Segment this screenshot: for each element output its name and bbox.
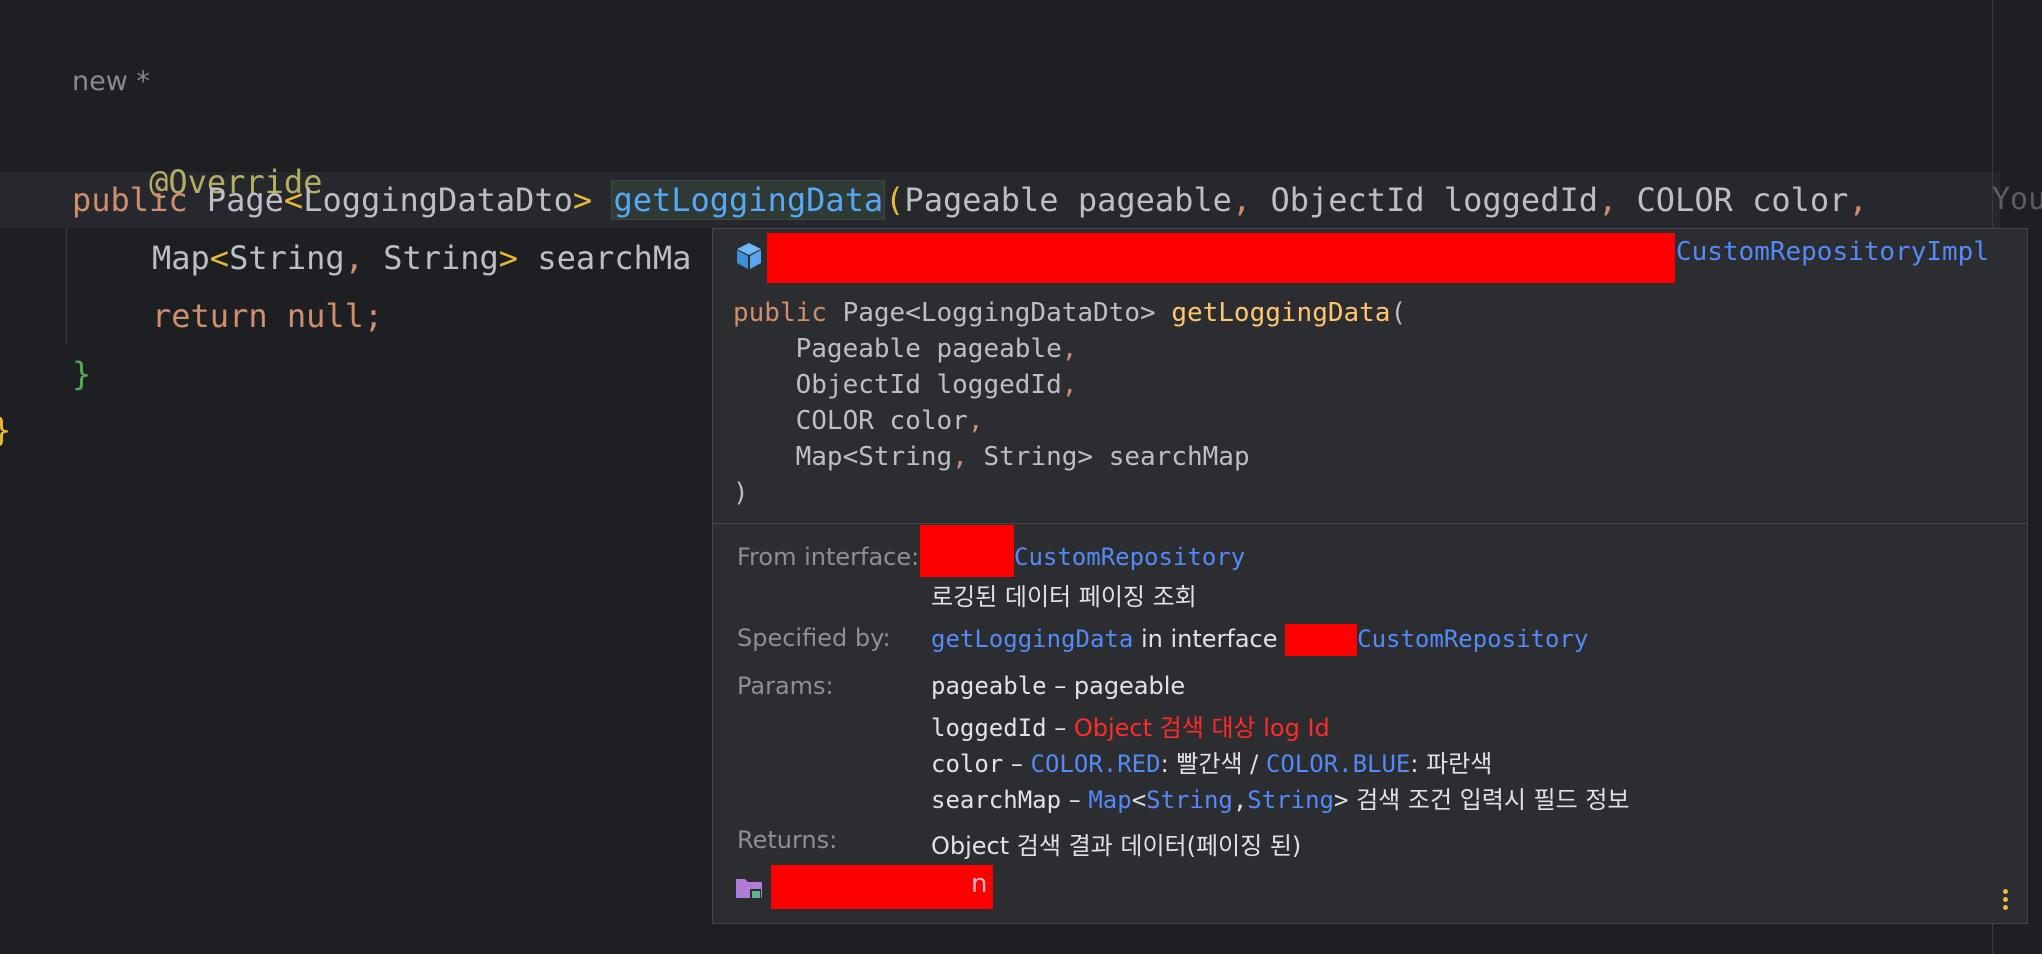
sig-param-3: COLOR color: [795, 406, 968, 436]
code-line-return[interactable]: return null;: [152, 296, 383, 336]
comma: ,: [1848, 181, 1868, 219]
param-row-search-map: searchMap – Map<String,String> 검색 조건 입력시…: [931, 780, 1630, 815]
keyword-public: public: [72, 181, 188, 219]
type-page: Page: [206, 181, 284, 219]
color-red-desc: : 빨간색 /: [1160, 750, 1259, 778]
comma: ,: [1232, 786, 1248, 814]
method-signature-block: public Page<LoggingDataDto> getLoggingDa…: [733, 298, 1407, 508]
returns-label: Returns:: [737, 826, 838, 854]
param-color: COLOR color: [1636, 181, 1849, 219]
interface-description: 로깅된 데이터 페이징 조회: [931, 583, 1197, 611]
param-name: color: [931, 750, 1004, 778]
code-vision-hint[interactable]: new *: [72, 66, 150, 97]
specified-by-label: Specified by:: [737, 624, 891, 652]
folder-icon: [736, 879, 762, 898]
sig-param-4b: String> searchMap: [983, 442, 1250, 472]
param-name: loggedId: [931, 714, 1047, 742]
generic-close: >: [572, 181, 593, 219]
color-blue-desc: : 파란색: [1410, 750, 1493, 778]
generic-open: <: [283, 181, 304, 219]
string-link[interactable]: String: [1247, 786, 1334, 814]
sig-param-4a: Map<String: [795, 442, 953, 472]
class-name-link[interactable]: CustomRepositoryImpl: [1676, 237, 1989, 267]
specified-in-interface-text: in interface: [1140, 625, 1278, 653]
from-interface-value[interactable]: CustomRepository: [1014, 543, 1245, 571]
sig-paren-open: (: [1390, 298, 1407, 328]
code-line-params-continued[interactable]: Map<String, String> searchMa: [152, 238, 691, 278]
param-pageable: Pageable pageable: [904, 181, 1232, 219]
returns-value: Object 검색 결과 데이터(페이징 된): [931, 832, 1302, 860]
code-line-method-signature[interactable]: public Page<LoggingDataDto> getLoggingDa…: [72, 180, 1868, 220]
type-map: Map: [152, 239, 210, 277]
param-row-color: color – COLOR.RED: 빨간색 / COLOR.BLUE: 파란색: [931, 744, 1492, 779]
method-name-get-logging-data[interactable]: getLoggingData: [611, 180, 886, 220]
quick-documentation-popup[interactable]: CustomRepositoryImpl public Page<Logging…: [712, 228, 2028, 924]
comma: ,: [1231, 181, 1252, 219]
specified-by-value: getLoggingData in interface CustomReposi…: [931, 624, 1588, 656]
popup-header: CustomRepositoryImpl: [713, 229, 2027, 285]
comma: ,: [344, 239, 364, 277]
param-desc: 검색 조건 입력시 필드 정보: [1356, 786, 1630, 814]
from-interface-label: From interface:: [737, 543, 920, 571]
sig-param-1: Pageable pageable: [795, 334, 1062, 364]
dash: –: [1054, 714, 1067, 742]
generic-close: >: [1334, 786, 1349, 814]
sig-paren-close: ): [733, 478, 749, 508]
popup-divider: [713, 523, 2027, 524]
paren-open: (: [885, 181, 905, 219]
redacted-interface-prefix: [920, 525, 1014, 577]
more-vertical-icon[interactable]: [2003, 889, 2009, 913]
param-name: pageable: [931, 672, 1047, 700]
param-row-logged-id: loggedId – Object 검색 대상 log Id: [931, 708, 1330, 743]
sig-keyword: public: [733, 298, 827, 328]
param-row-pageable: pageable – pageable: [931, 672, 1185, 700]
sig-method-name: getLoggingData: [1171, 298, 1391, 328]
generic-open: <: [209, 239, 230, 277]
type-logging-data-dto: LoggingDataDto: [303, 181, 573, 219]
module-name-suffix: n: [971, 869, 988, 899]
dash: –: [1068, 786, 1081, 814]
generic-close: >: [498, 239, 519, 277]
sig-return-type: Page<LoggingDataDto>: [842, 298, 1156, 328]
map-link[interactable]: Map: [1088, 786, 1131, 814]
param-logged-id: ObjectId loggedId: [1270, 181, 1598, 219]
comma: ,: [1597, 181, 1618, 219]
return-value: null;: [286, 297, 384, 335]
color-red-link[interactable]: COLOR.RED: [1031, 750, 1161, 778]
specified-method-link[interactable]: getLoggingData: [931, 625, 1133, 653]
redacted-package-path: [767, 233, 1675, 283]
dash: –: [1010, 750, 1023, 778]
params-label: Params:: [737, 672, 834, 700]
param-name: searchMap: [931, 786, 1062, 814]
generic-open: <: [1131, 786, 1147, 814]
redacted-interface-name: [1285, 624, 1358, 656]
specified-interface-link[interactable]: CustomRepository: [1357, 625, 1588, 653]
string-link[interactable]: String: [1146, 786, 1233, 814]
indent-guide: [66, 228, 67, 344]
color-blue-link[interactable]: COLOR.BLUE: [1266, 750, 1411, 778]
type-string: String: [383, 239, 499, 277]
param-desc: Object 검색 대상 log Id: [1073, 714, 1330, 742]
param-search-map-partial: searchMa: [537, 239, 692, 277]
cube-icon: [737, 243, 761, 269]
outer-closing-brace: }: [0, 410, 11, 450]
sig-param-2: ObjectId loggedId: [795, 370, 1062, 400]
interface-link[interactable]: CustomRepository: [1014, 543, 1245, 571]
redacted-module-name: [771, 865, 993, 909]
inlay-author-hint: You: [1992, 182, 2042, 217]
param-desc: pageable: [1073, 672, 1186, 700]
dash: –: [1054, 672, 1067, 700]
type-string: String: [229, 239, 345, 277]
keyword-return: return: [152, 297, 268, 335]
closing-brace: }: [72, 355, 92, 393]
